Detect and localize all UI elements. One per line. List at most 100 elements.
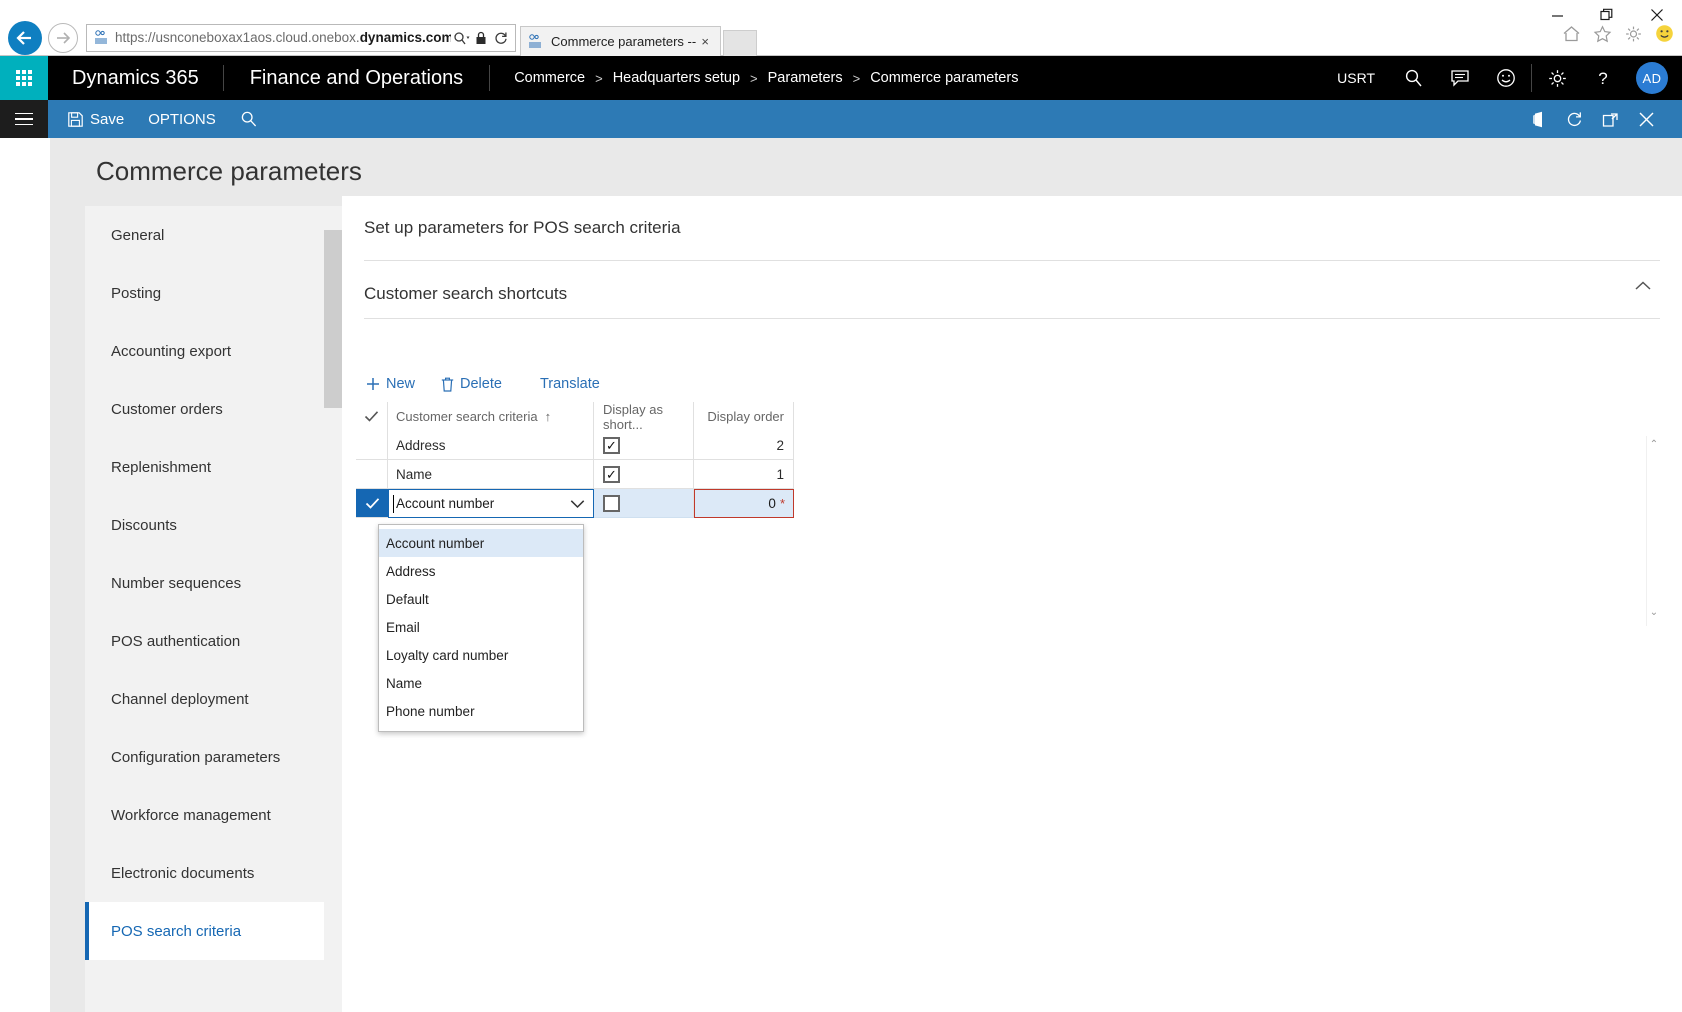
sidebar-item-accounting-export[interactable]: Accounting export [85,322,342,380]
parameters-nav-pane[interactable]: General Posting Accounting export Custom… [85,206,342,1012]
heading-divider [364,260,1660,261]
page-body: Commerce parameters General Posting Acco… [0,138,1682,1012]
trash-icon [441,377,454,392]
dropdown-option-default[interactable]: Default [379,585,583,613]
dropdown-option-name[interactable]: Name [379,669,583,697]
translate-button[interactable]: Translate [530,372,610,396]
delete-button[interactable]: Delete [431,372,512,396]
help-icon[interactable]: ? [1580,56,1626,100]
breadcrumb-item-commerce[interactable]: Commerce [514,70,585,86]
cell-display-order[interactable]: 1 [694,460,794,489]
back-button[interactable] [8,21,42,55]
home-icon[interactable] [1562,25,1581,43]
search-dropdown-icon[interactable] [451,25,471,51]
cell-display-as-shortcut[interactable]: ✓ [594,460,694,489]
column-header-display-order[interactable]: Display order [694,402,794,432]
dropdown-option-phone-number[interactable]: Phone number [379,697,583,725]
column-header-criteria[interactable]: Customer search criteria ↑ [388,402,594,432]
breadcrumb-separator: > [750,71,758,86]
grid-scroll-up-button[interactable]: ⌃ [1646,436,1662,452]
close-icon[interactable] [1628,100,1664,138]
refresh-icon[interactable] [1556,100,1592,138]
dropdown-option-email[interactable]: Email [379,613,583,641]
options-button[interactable]: OPTIONS [136,100,228,138]
row-select-cell[interactable] [356,460,388,489]
table-row[interactable]: Address ✓ 2 [356,431,796,460]
cell-criteria[interactable]: Name [388,460,594,489]
tab-close-icon[interactable]: × [696,34,714,49]
settings-icon[interactable] [1534,56,1580,100]
checkbox-checked-icon[interactable]: ✓ [603,437,620,454]
sidebar-item-channel-deployment[interactable]: Channel deployment [85,670,342,728]
browser-chrome: https://usnconeboxax1aos.cloud.onebox.dy… [0,0,1682,56]
sidebar-item-posting[interactable]: Posting [85,264,342,322]
tab-strip: Commerce parameters -- × [520,20,757,56]
sidebar-item-general[interactable]: General [85,206,342,264]
dropdown-option-account-number[interactable]: Account number [379,529,583,557]
cell-criteria[interactable]: Address [388,431,594,460]
brand-dynamics-365[interactable]: Dynamics 365 [48,65,224,91]
company-code[interactable]: USRT [1321,70,1391,86]
save-button[interactable]: Save [56,100,136,138]
checkbox-checked-icon[interactable]: ✓ [603,466,620,483]
feedback-icon[interactable] [1437,56,1483,100]
display-order-input[interactable]: 0 * [694,489,794,518]
brand-module-name[interactable]: Finance and Operations [224,65,490,91]
cell-display-as-shortcut[interactable] [594,489,694,518]
breadcrumb-item-parameters[interactable]: Parameters [768,70,843,86]
display-order-value: 0 [768,496,776,511]
new-tab-button[interactable] [723,30,757,56]
sidebar-item-pos-search-criteria[interactable]: POS search criteria [85,902,342,960]
hamburger-menu-icon[interactable] [0,100,48,138]
popout-icon[interactable] [1592,100,1628,138]
page-title: Commerce parameters [96,156,362,187]
sidebar-item-electronic-documents[interactable]: Electronic documents [85,844,342,902]
nav-scrollbar-thumb[interactable] [324,230,342,408]
criteria-dropdown-list[interactable]: Account number Address Default Email Loy… [378,524,584,732]
sidebar-item-configuration-parameters[interactable]: Configuration parameters [85,728,342,786]
dropdown-option-loyalty-card-number[interactable]: Loyalty card number [379,641,583,669]
select-all-check-icon[interactable] [356,402,388,432]
forward-button[interactable] [48,23,78,53]
table-row-selected[interactable]: Account number 0 * [356,489,796,518]
grid-scrollbar-track[interactable] [1646,436,1662,626]
cell-display-order[interactable]: 2 [694,431,794,460]
favorites-star-icon[interactable] [1593,25,1612,43]
chevron-down-icon[interactable] [570,499,585,508]
column-header-display-as-shortcut[interactable]: Display as short... [594,402,694,432]
sidebar-item-discounts[interactable]: Discounts [85,496,342,554]
browser-tab[interactable]: Commerce parameters -- × [520,26,721,56]
lock-icon [471,25,491,51]
plus-icon [366,377,380,391]
table-row[interactable]: Name ✓ 1 [356,460,796,489]
checkbox-unchecked-icon[interactable] [603,495,620,512]
sidebar-item-workforce-management[interactable]: Workforce management [85,786,342,844]
grid-scroll-down-button[interactable]: ⌄ [1646,604,1662,620]
breadcrumb-item-commerce-parameters[interactable]: Commerce parameters [870,70,1018,86]
settings-gear-icon[interactable] [1624,25,1643,43]
breadcrumb-item-headquarters-setup[interactable]: Headquarters setup [613,70,740,86]
sidebar-item-replenishment[interactable]: Replenishment [85,438,342,496]
new-button[interactable]: New [356,372,425,396]
search-icon[interactable] [228,100,270,138]
sidebar-item-customer-orders[interactable]: Customer orders [85,380,342,438]
dropdown-option-address[interactable]: Address [379,557,583,585]
smiley-icon[interactable] [1483,56,1529,100]
svg-text:?: ? [1598,69,1607,88]
sidebar-item-pos-authentication[interactable]: POS authentication [85,612,342,670]
row-select-cell[interactable] [356,431,388,460]
office-app-icon[interactable] [1520,100,1556,138]
chevron-up-icon[interactable] [1634,280,1652,292]
address-bar[interactable]: https://usnconeboxax1aos.cloud.onebox.dy… [86,24,516,52]
avatar[interactable]: AD [1636,62,1668,94]
search-icon[interactable] [1391,56,1437,100]
cell-display-as-shortcut[interactable]: ✓ [594,431,694,460]
refresh-icon[interactable] [491,25,511,51]
sidebar-item-number-sequences[interactable]: Number sequences [85,554,342,612]
row-select-cell-checked[interactable] [356,489,388,518]
delete-label: Delete [460,376,502,392]
profile-smiley-icon[interactable] [1655,24,1674,43]
criteria-combobox[interactable]: Account number [388,489,594,518]
breadcrumb-separator: > [595,71,603,86]
app-launcher-icon[interactable] [0,56,48,100]
